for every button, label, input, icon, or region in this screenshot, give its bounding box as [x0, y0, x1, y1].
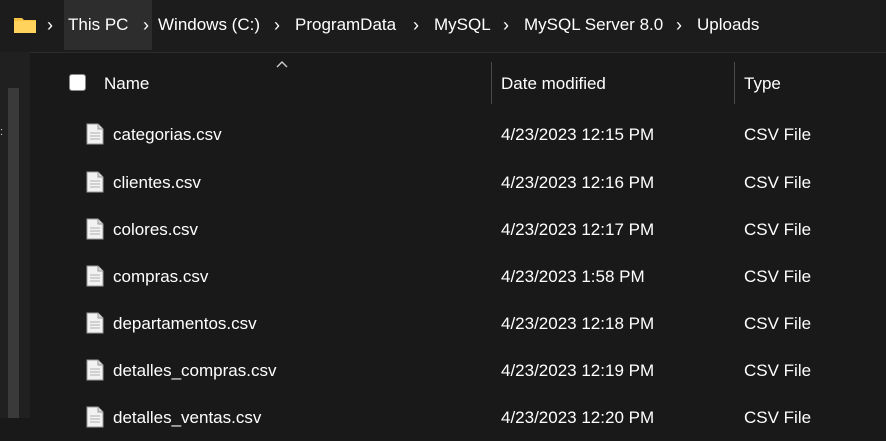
file-name[interactable]: categorias.csv: [113, 111, 222, 158]
sort-up-icon: [276, 61, 288, 68]
file-name[interactable]: clientes.csv: [113, 159, 201, 206]
file-date-modified: 4/23/2023 1:58 PM: [501, 267, 645, 286]
file-row[interactable]: detalles_compras.csv 4/23/2023 12:19 PM CS…: [30, 347, 886, 394]
chevron-right-icon[interactable]: ›: [500, 13, 512, 37]
breadcrumb-mysql-server[interactable]: MySQL Server 8.0: [520, 0, 667, 50]
chevron-right-icon[interactable]: ›: [271, 13, 283, 37]
pane-marker: :: [0, 126, 4, 138]
file-icon: [86, 123, 104, 145]
folder-icon: [14, 18, 36, 33]
file-type: CSV File: [744, 173, 812, 192]
file-date-modified: 4/23/2023 12:15 PM: [501, 125, 655, 144]
address-bar[interactable]: › This PC › Windows (C:) › ProgramData ›…: [0, 0, 886, 53]
file-icon: [86, 265, 104, 287]
file-row[interactable]: colores.csv 4/23/2023 12:17 PM CSV File: [30, 206, 886, 253]
file-type: CSV File: [744, 125, 812, 144]
chevron-right-icon[interactable]: ›: [44, 13, 56, 37]
chevron-right-icon[interactable]: ›: [140, 13, 152, 37]
breadcrumb-this-pc[interactable]: This PC: [64, 0, 152, 50]
column-divider[interactable]: [734, 62, 735, 104]
file-name[interactable]: departamentos.csv: [113, 300, 257, 347]
file-date-modified: 4/23/2023 12:17 PM: [501, 220, 655, 239]
file-row[interactable]: clientes.csv 4/23/2023 12:16 PM CSV File: [30, 159, 886, 206]
file-name[interactable]: compras.csv: [113, 253, 208, 300]
scrollbar[interactable]: [8, 88, 19, 418]
file-date-modified: 4/23/2023 12:18 PM: [501, 314, 655, 333]
file-type: CSV File: [744, 267, 812, 286]
file-type: CSV File: [744, 361, 812, 380]
column-header-type[interactable]: Type: [744, 62, 781, 106]
column-header-name[interactable]: Name: [104, 62, 149, 106]
file-name[interactable]: colores.csv: [113, 206, 198, 253]
file-icon: [86, 312, 104, 334]
file-icon: [86, 218, 104, 240]
chevron-right-icon[interactable]: ›: [410, 13, 422, 37]
file-name[interactable]: detalles_compras.csv: [113, 347, 276, 394]
chevron-right-icon[interactable]: ›: [673, 13, 685, 37]
file-date-modified: 4/23/2023 12:19 PM: [501, 361, 655, 380]
select-all-checkbox[interactable]: [69, 74, 86, 91]
file-row[interactable]: compras.csv 4/23/2023 1:58 PM CSV File: [30, 253, 886, 300]
column-divider[interactable]: [491, 62, 492, 104]
file-icon: [86, 171, 104, 193]
file-row[interactable]: categorias.csv 4/23/2023 12:15 PM CSV File: [30, 111, 886, 158]
file-type: CSV File: [744, 314, 812, 333]
breadcrumb-uploads[interactable]: Uploads: [693, 0, 763, 50]
file-row[interactable]: departamentos.csv 4/23/2023 12:18 PM CSV F…: [30, 300, 886, 347]
file-type: CSV File: [744, 220, 812, 239]
file-icon: [86, 359, 104, 381]
file-date-modified: 4/23/2023 12:16 PM: [501, 173, 655, 192]
column-header-date-modified[interactable]: Date modified: [501, 62, 606, 106]
breadcrumb-programdata[interactable]: ProgramData: [291, 0, 400, 50]
breadcrumb-windows-c[interactable]: Windows (C:): [154, 0, 264, 50]
breadcrumb-mysql[interactable]: MySQL: [430, 0, 495, 50]
file-icon: [86, 406, 104, 428]
